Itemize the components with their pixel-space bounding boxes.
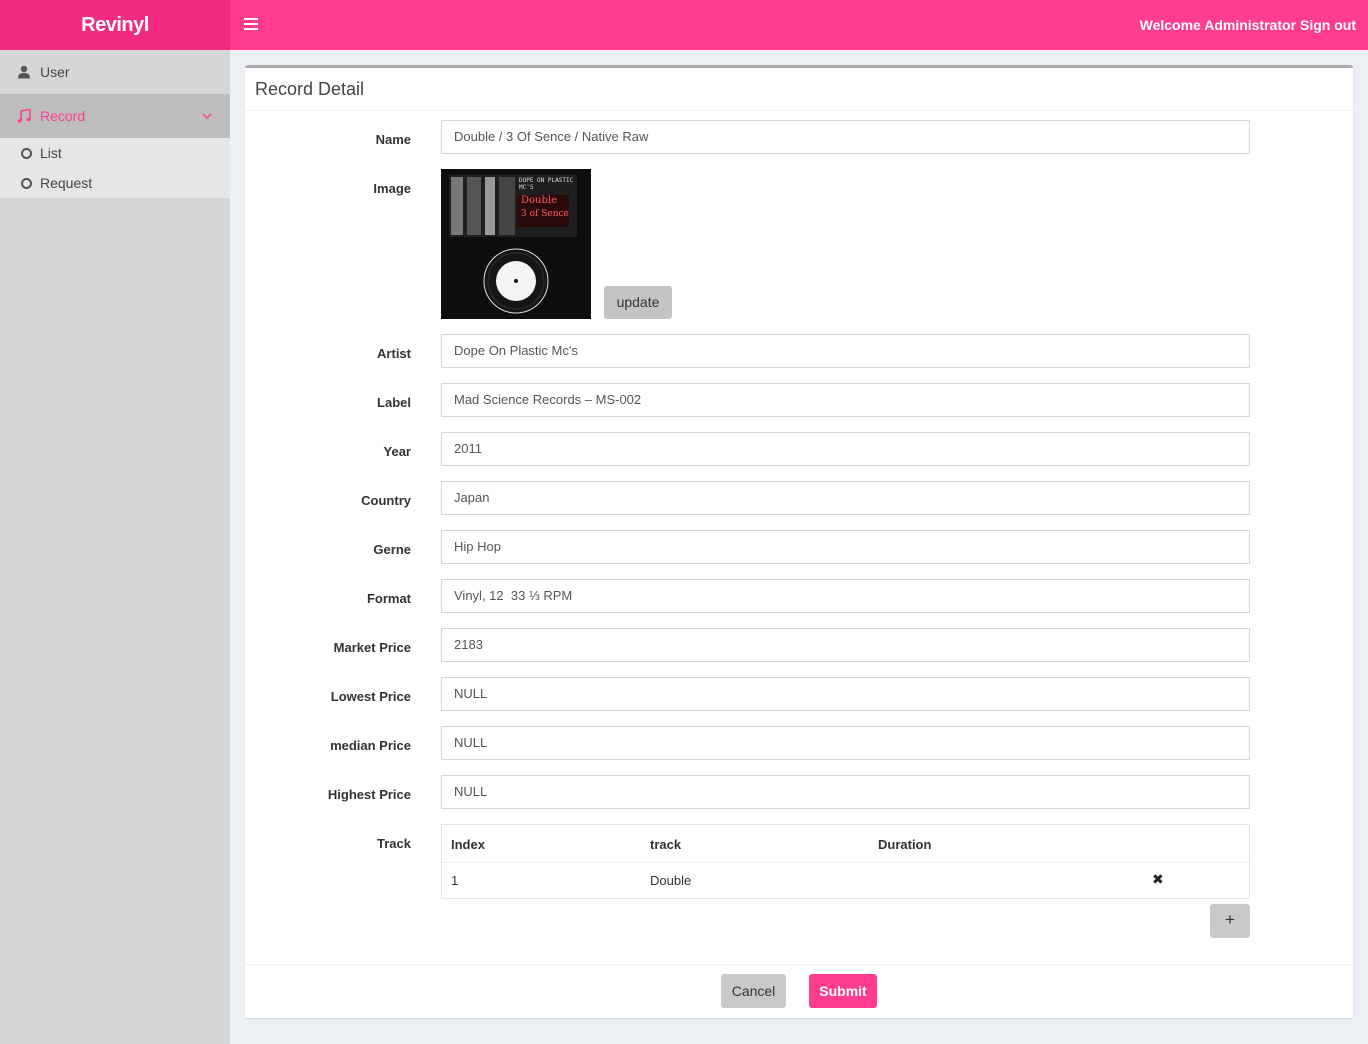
lowest-price-input[interactable]: NULL <box>441 677 1250 711</box>
name-input[interactable]: Double / 3 Of Sence / Native Raw <box>441 120 1250 154</box>
track-table: Index track Duration 1 Double ✖ <box>441 824 1250 899</box>
column-header-index: Index <box>451 837 485 852</box>
highest-price-input[interactable]: NULL <box>441 775 1250 809</box>
country-label: Country <box>361 493 411 508</box>
name-label: Name <box>375 132 411 147</box>
column-header-track: track <box>650 837 682 852</box>
record-detail-panel: Record Detail Name Double / 3 Of Sence /… <box>245 65 1353 1018</box>
cover-text-title1: Double <box>521 195 557 206</box>
subitem-label: List <box>40 145 62 161</box>
format-label: Format <box>366 591 411 606</box>
sidebar-item-label: Record <box>40 108 86 124</box>
delete-track-icon[interactable]: ✖ <box>1152 871 1164 888</box>
column-header-duration: Duration <box>878 837 932 852</box>
year-label: Year <box>383 444 411 459</box>
genre-label: Gerne <box>373 542 411 557</box>
circle-icon <box>21 178 32 189</box>
add-track-button[interactable]: + <box>1210 904 1250 938</box>
welcome-text: Welcome Administrator <box>1139 17 1296 33</box>
lowest-price-label: Lowest Price <box>330 689 411 704</box>
menu-toggle-icon[interactable] <box>244 18 258 30</box>
market-price-input[interactable]: 2183 <box>441 628 1250 662</box>
top-navbar: Revinyl Welcome Administrator Sign out <box>0 0 1368 50</box>
submit-button[interactable]: Submit <box>809 974 877 1008</box>
label-input[interactable]: Mad Science Records – MS-002 <box>441 383 1250 417</box>
cover-text-title2: 3 of Sence <box>521 209 569 219</box>
track-title-cell[interactable]: Double <box>650 873 691 888</box>
record-submenu: List Request <box>0 138 230 198</box>
track-label: Track <box>377 836 411 851</box>
table-divider <box>442 862 1249 863</box>
page-title: Record Detail <box>245 68 1353 111</box>
highest-price-label: Highest Price <box>327 787 411 802</box>
cancel-button[interactable]: Cancel <box>721 974 786 1008</box>
median-price-label: median Price <box>330 738 411 753</box>
median-price-input[interactable]: NULL <box>441 726 1250 760</box>
sidebar-item-label: User <box>40 64 70 80</box>
update-image-button[interactable]: update <box>604 286 672 319</box>
sidebar-subitem-request[interactable]: Request <box>0 168 230 198</box>
music-icon <box>17 109 31 123</box>
country-input[interactable]: Japan <box>441 481 1250 515</box>
genre-input[interactable]: Hip Hop <box>441 530 1250 564</box>
sidebar-subitem-list[interactable]: List <box>0 138 230 168</box>
market-price-label: Market Price <box>333 640 411 655</box>
app-logo[interactable]: Revinyl <box>0 0 230 50</box>
artist-input[interactable]: Dope On Plastic Mc's <box>441 334 1250 368</box>
footer-divider <box>245 964 1351 965</box>
format-input[interactable]: Vinyl, 12 33 ⅓ RPM <box>441 579 1250 613</box>
label-label: Label <box>377 395 411 410</box>
chevron-down-icon <box>202 113 212 120</box>
record-cover-image: DOPE ON PLASTIC MC'S Double 3 of Sence <box>441 169 591 319</box>
image-label: Image <box>373 181 411 196</box>
sidebar-item-user[interactable]: User <box>0 50 230 94</box>
circle-icon <box>21 148 32 159</box>
track-index-cell[interactable]: 1 <box>451 873 458 888</box>
subitem-label: Request <box>40 175 93 191</box>
artist-label: Artist <box>377 346 411 361</box>
cover-text-top: DOPE ON PLASTIC MC'S <box>519 177 574 191</box>
sidebar-item-record[interactable]: Record <box>0 94 230 138</box>
year-input[interactable]: 2011 <box>441 432 1250 466</box>
sidebar: User Record List Request <box>0 50 230 1044</box>
signout-link[interactable]: Sign out <box>1300 0 1356 50</box>
user-icon <box>18 65 30 79</box>
